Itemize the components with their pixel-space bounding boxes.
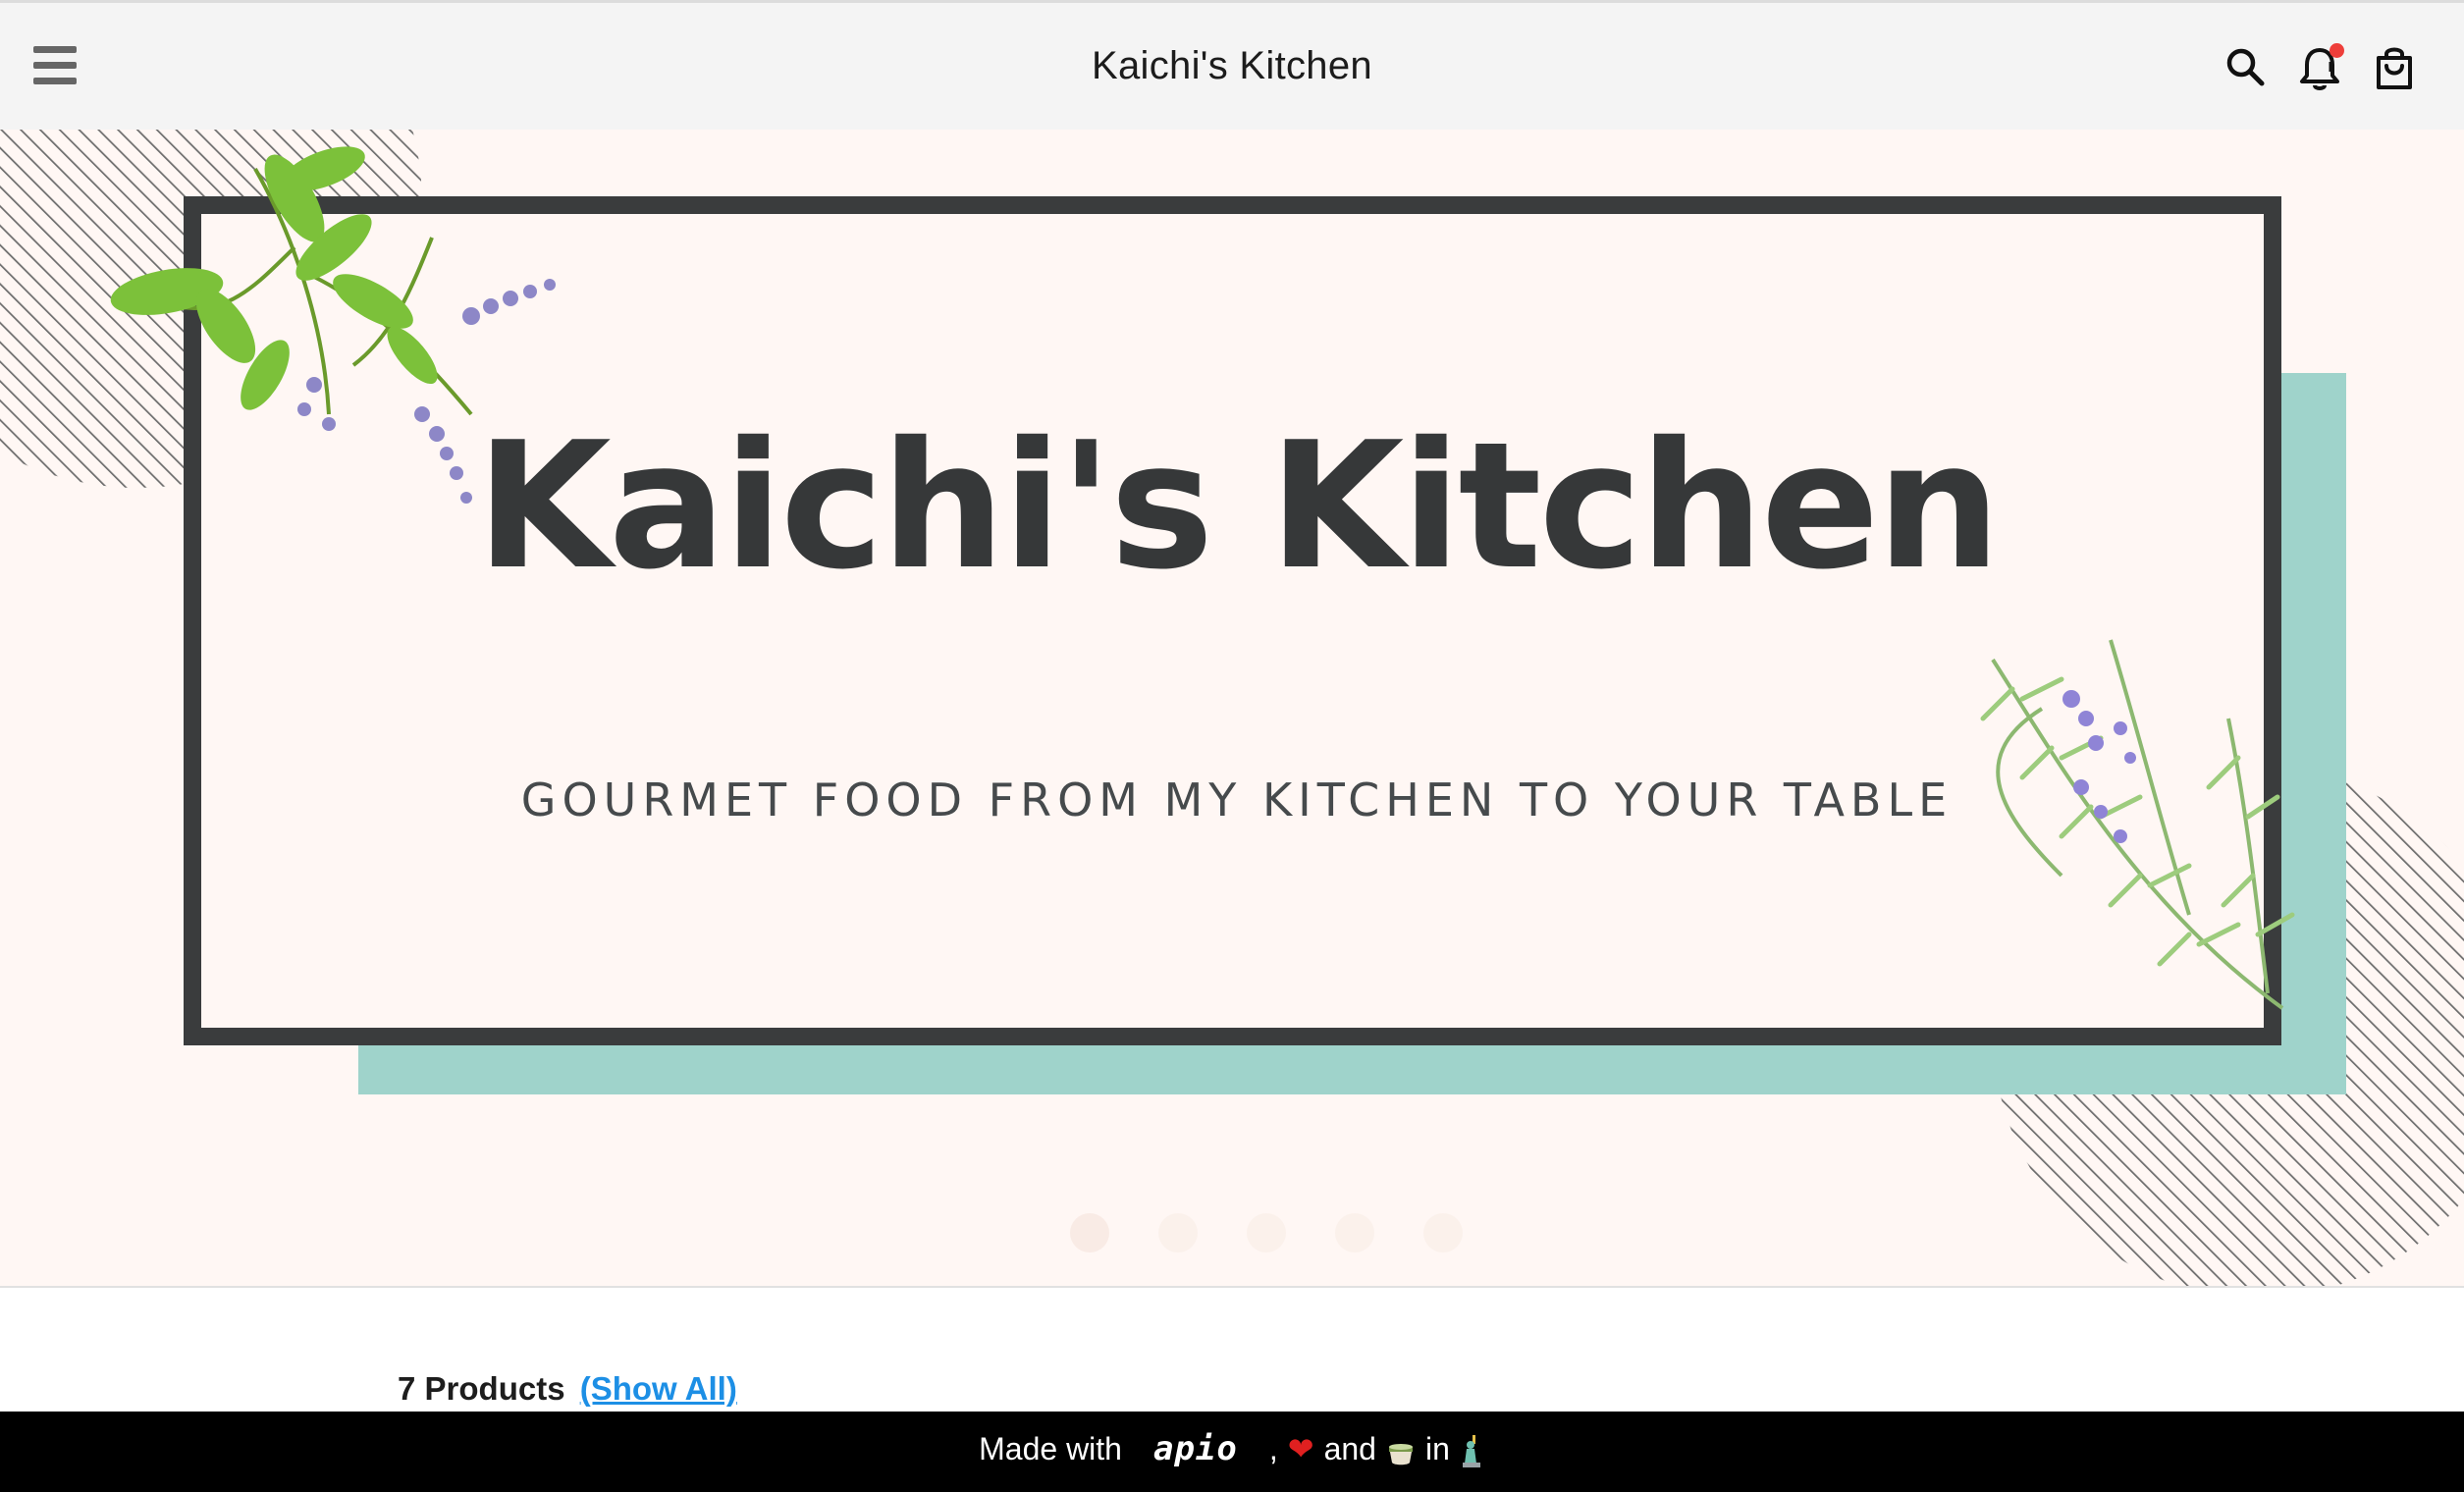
hero-subtitle: GOURMET FOOD FROM MY KITCHEN TO YOUR TAB… — [520, 773, 1954, 826]
footer-comma: , — [1268, 1430, 1278, 1466]
footer-in: in — [1424, 1430, 1450, 1466]
app-title: Kaichi's Kitchen — [1092, 44, 1372, 87]
hamburger-menu-icon[interactable] — [33, 46, 77, 85]
footer: Made with apio , ❤ and in — [0, 1412, 2464, 1492]
show-all-link[interactable]: (Show All) — [580, 1370, 737, 1407]
footer-and: and — [1323, 1430, 1376, 1466]
footer-made-with: Made with — [979, 1430, 1122, 1466]
tea-icon — [1386, 1438, 1416, 1465]
carousel-indicators — [0, 1213, 2464, 1252]
carousel-dot-4[interactable] — [1335, 1213, 1374, 1252]
apio-logo[interactable]: apio — [1153, 1429, 1238, 1468]
app-bar: Kaichi's Kitchen — [0, 0, 2464, 130]
hero-title: Kaichi's Kitchen — [475, 404, 2001, 608]
carousel-dot-3[interactable] — [1247, 1213, 1286, 1252]
shopping-bag-icon[interactable] — [2372, 42, 2417, 93]
heart-icon: ❤ — [1287, 1431, 1314, 1466]
carousel-dot-1[interactable] — [1070, 1213, 1109, 1252]
footer-credits: Made with apio , ❤ and in — [0, 1429, 2464, 1468]
search-icon[interactable] — [2223, 42, 2268, 93]
products-summary: 7 Products (Show All) — [398, 1370, 737, 1408]
products-count: 7 Products — [398, 1370, 565, 1407]
divider — [0, 1286, 2464, 1288]
hero-artwork — [0, 130, 2464, 1287]
bell-icon[interactable] — [2297, 42, 2344, 93]
carousel-dot-2[interactable] — [1158, 1213, 1198, 1252]
statue-of-liberty-icon — [1460, 1434, 1485, 1467]
app-bar-actions — [2223, 40, 2417, 95]
carousel-dot-5[interactable] — [1423, 1213, 1463, 1252]
notification-dot — [2330, 43, 2344, 58]
hero-banner: Kaichi's Kitchen GOURMET FOOD FROM MY KI… — [0, 130, 2464, 1287]
